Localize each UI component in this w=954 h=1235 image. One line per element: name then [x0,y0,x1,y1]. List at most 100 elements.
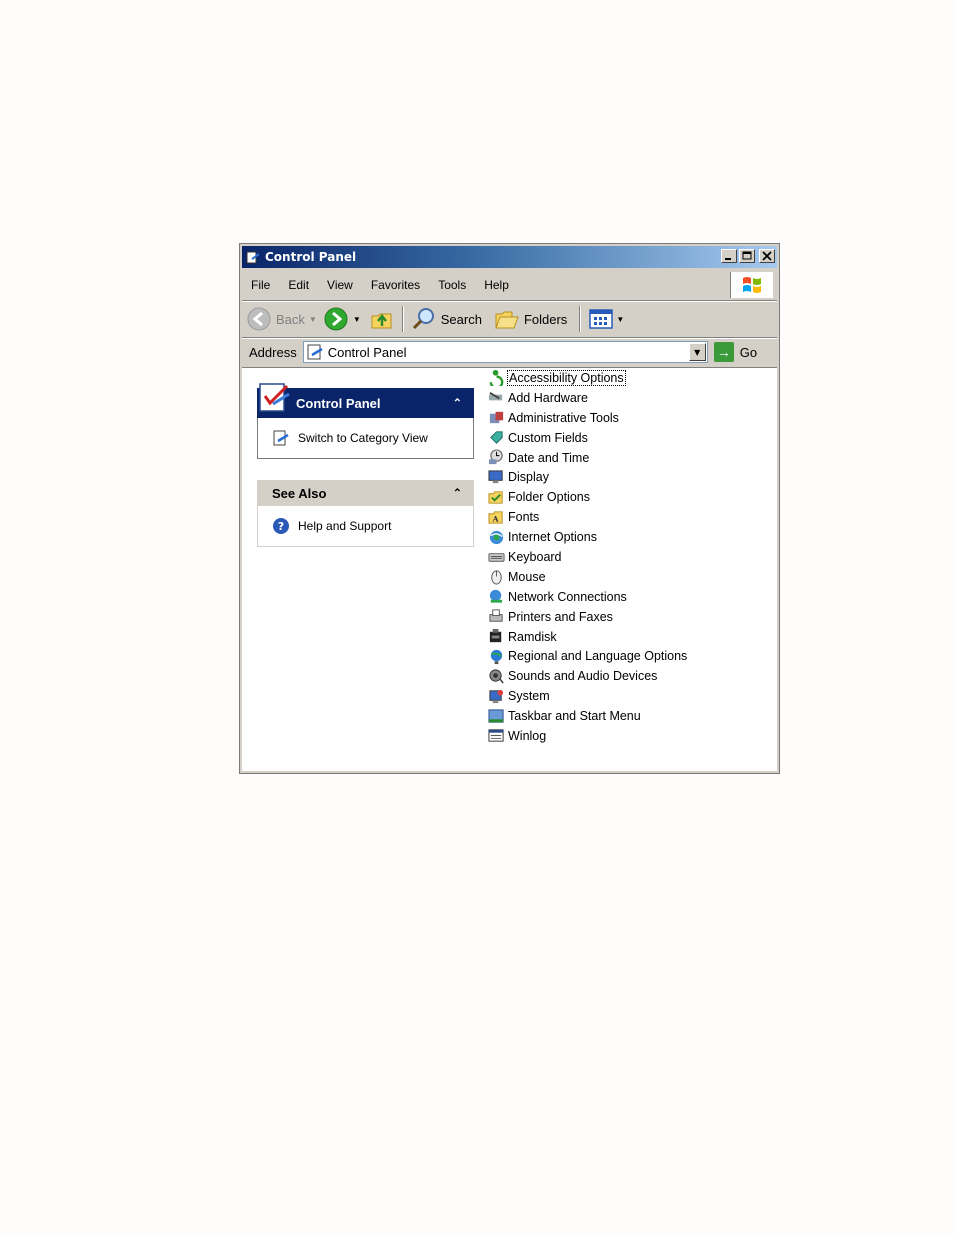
accessibility-icon [488,369,505,390]
list-item-label: Fonts [508,510,540,525]
list-item[interactable]: Printers and Faxes [488,607,687,627]
see-also-header[interactable]: See Also ⌃ [257,480,474,506]
windows-logo-icon [730,272,773,298]
menu-tools[interactable]: Tools [429,278,475,292]
list-item-label: Administrative Tools [508,410,619,425]
minimize-button[interactable] [721,249,737,263]
list-item-label: Winlog [508,728,547,743]
list-item-label: Internet Options [508,530,597,545]
list-item-label: Keyboard [508,549,562,564]
go-arrow-icon: → [713,342,734,362]
list-item-label: Printers and Faxes [508,609,613,624]
menu-favorites[interactable]: Favorites [362,278,429,292]
list-item[interactable]: Internet Options [488,527,687,547]
list-item-label: Network Connections [508,589,627,604]
list-item[interactable]: Ramdisk [488,627,687,647]
see-also-body: ? Help and Support [257,506,474,547]
control-panel-task-header[interactable]: Control Panel ⌃ [257,383,474,418]
list-item-label: Date and Time [508,450,590,465]
see-also-task-pane: See Also ⌃ ? Help and Support [257,480,474,547]
regional-language-icon [488,648,505,665]
search-label: Search [440,311,482,327]
list-item[interactable]: Keyboard [488,547,687,567]
toolbar-separator [579,306,582,332]
address-value: Control Panel [327,344,407,360]
close-button[interactable] [759,249,775,263]
folder-options-icon [488,489,505,506]
collapse-chevron-icon[interactable]: ⌃ [453,397,462,410]
back-label: Back [276,311,305,327]
see-also-title: See Also [272,485,327,501]
go-label: Go [739,344,758,360]
help-and-support-link[interactable]: Help and Support [298,519,391,533]
list-item-label: Regional and Language Options [508,649,688,664]
administrative-tools-icon [488,409,505,426]
list-item[interactable]: A Fonts [488,507,687,527]
list-item[interactable]: Mouse [488,567,687,587]
menu-edit[interactable]: Edit [279,278,318,292]
switch-to-category-view-link[interactable]: Switch to Category View [298,431,428,445]
list-item[interactable]: Folder Options [488,487,687,507]
list-item[interactable]: Display [488,467,687,487]
up-folder-button[interactable] [365,304,399,334]
menu-view[interactable]: View [318,278,362,292]
back-dropdown-icon[interactable]: ▼ [309,315,317,324]
list-item-label: Taskbar and Start Menu [508,709,641,724]
list-item-label: Add Hardware [508,390,588,405]
address-dropdown-button[interactable]: ▼ [688,343,706,361]
list-item[interactable]: Add Hardware [488,388,687,408]
list-item[interactable]: System [488,686,687,706]
fonts-icon: A [488,509,505,526]
list-item[interactable]: Taskbar and Start Menu [488,706,687,726]
search-button[interactable]: Search [407,304,486,334]
svg-text:?: ? [278,520,284,533]
go-button[interactable]: → Go [713,342,758,362]
folders-icon [495,311,519,329]
display-icon [488,469,505,486]
list-item[interactable]: Sounds and Audio Devices [488,666,687,686]
list-item-label: Folder Options [508,490,590,505]
list-item[interactable]: Date and Time [488,448,687,468]
list-item[interactable]: Custom Fields [488,428,687,448]
list-item[interactable]: Winlog [488,726,687,746]
list-item[interactable]: Network Connections [488,587,687,607]
list-item[interactable]: Accessibility Options [488,368,687,390]
forward-arrow-icon [324,307,348,331]
back-button[interactable]: Back ▼ [242,304,321,334]
control-panel-small-icon [307,344,323,360]
forward-dropdown-icon[interactable]: ▼ [353,315,361,324]
mouse-icon [488,568,505,585]
add-hardware-icon [488,389,505,406]
address-input[interactable]: Control Panel ▼ [302,341,708,363]
winlog-icon [488,727,505,744]
address-bar: Address Control Panel ▼ → Go [242,339,777,365]
list-item[interactable]: Regional and Language Options [488,646,687,666]
maximize-button[interactable] [739,249,755,263]
system-icon [488,688,505,705]
content-area: Control Panel ⌃ Switch to Category View … [242,367,777,771]
back-arrow-icon [247,307,271,331]
standard-toolbar: Back ▼ ▼ Search Folders ▼ [242,302,777,336]
taskbar-start-menu-icon [488,708,505,725]
folders-button[interactable]: Folders [490,304,571,334]
address-label: Address [249,344,297,360]
menu-help[interactable]: Help [475,278,518,292]
control-panel-task-title: Control Panel [296,395,381,411]
list-item-label: Sounds and Audio Devices [508,669,658,684]
views-dropdown-icon[interactable]: ▼ [616,315,624,324]
folders-label: Folders [523,311,568,327]
date-time-icon [488,449,505,466]
list-item-label: Custom Fields [508,430,588,445]
collapse-chevron-icon[interactable]: ⌃ [453,487,462,500]
menu-file[interactable]: File [242,278,279,292]
internet-options-icon [488,529,505,546]
list-item-label: Ramdisk [508,629,557,644]
control-panel-items: Accessibility Options Add Hardware Adminis… [488,368,687,746]
list-item-label: System [508,689,550,704]
views-button[interactable]: ▼ [584,304,628,334]
list-item[interactable]: Administrative Tools [488,408,687,428]
title-bar[interactable]: Control Panel [242,246,777,268]
forward-button[interactable]: ▼ [321,304,365,334]
network-connections-icon [488,588,505,605]
switch-view-icon [272,429,290,447]
